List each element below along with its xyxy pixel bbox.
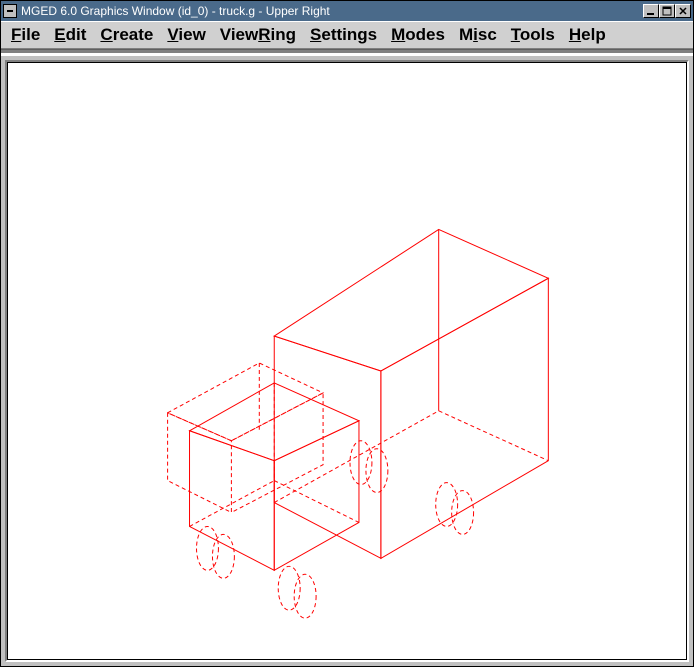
menubar: File Edit Create View ViewRing Settings … <box>1 21 693 49</box>
menu-settings[interactable]: Settings <box>310 25 377 45</box>
menu-tools[interactable]: Tools <box>511 25 555 45</box>
app-window: MGED 6.0 Graphics Window (id_0) - truck.… <box>0 0 694 667</box>
graphics-viewport[interactable] <box>5 60 689 662</box>
maximize-button[interactable] <box>659 4 675 18</box>
viewport-frame <box>1 55 693 666</box>
window-controls <box>643 4 691 18</box>
menu-file[interactable]: File <box>11 25 40 45</box>
titlebar[interactable]: MGED 6.0 Graphics Window (id_0) - truck.… <box>1 1 693 21</box>
minimize-button[interactable] <box>643 4 659 18</box>
menu-help[interactable]: Help <box>569 25 606 45</box>
wireframe-truck <box>7 62 687 660</box>
window-title: MGED 6.0 Graphics Window (id_0) - truck.… <box>21 4 643 18</box>
menu-viewring[interactable]: ViewRing <box>220 25 296 45</box>
menu-edit[interactable]: Edit <box>54 25 86 45</box>
menu-modes[interactable]: Modes <box>391 25 445 45</box>
menu-create[interactable]: Create <box>100 25 153 45</box>
menu-misc[interactable]: Misc <box>459 25 497 45</box>
window-sysmenu-icon[interactable] <box>3 4 17 18</box>
menu-view[interactable]: View <box>167 25 205 45</box>
close-button[interactable] <box>675 4 691 18</box>
